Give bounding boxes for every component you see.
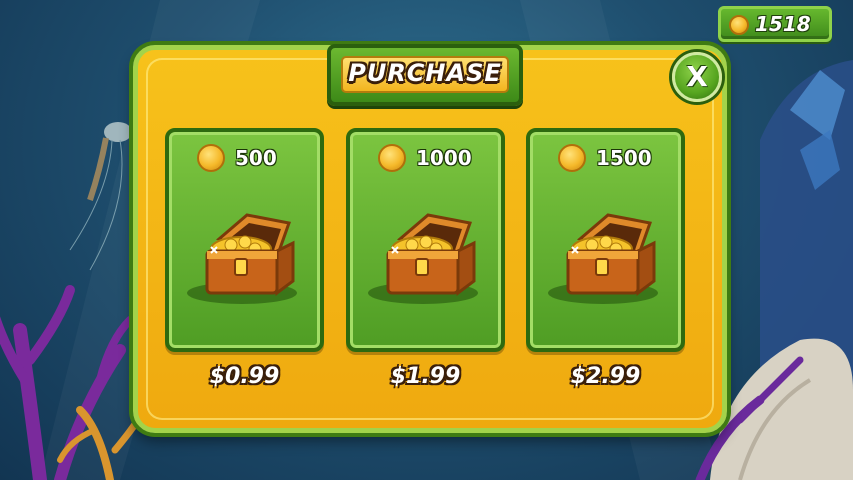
coin-balance-display: 1518 (718, 6, 832, 42)
offer-price-1[interactable]: $1.99 (346, 364, 505, 389)
coin-balance: 1518 (755, 12, 811, 36)
offer-price-0[interactable]: $0.99 (165, 364, 324, 389)
shell (710, 338, 853, 480)
offer-card-500[interactable]: 500 (165, 128, 324, 352)
offer-card-1000[interactable]: 1000 (346, 128, 505, 352)
coin-icon (558, 144, 586, 172)
dialog-title: PURCHASE (348, 59, 502, 87)
treasure-chest-icon (386, 213, 476, 296)
dialog-title-banner: PURCHASE (327, 44, 523, 106)
offer-coin-amount: 1500 (596, 146, 652, 170)
coin-icon (729, 15, 749, 35)
treasure-chest-icon (205, 213, 295, 296)
close-icon: X (686, 60, 708, 93)
treasure-chest-icon (566, 213, 656, 296)
offer-coin-amount: 500 (235, 146, 277, 170)
offer-price-2[interactable]: $2.99 (526, 364, 685, 389)
coin-icon (197, 144, 225, 172)
coin-icon (378, 144, 406, 172)
offer-card-1500[interactable]: 1500 (526, 128, 685, 352)
close-button[interactable]: X (672, 52, 722, 102)
offer-coin-amount: 1000 (416, 146, 472, 170)
